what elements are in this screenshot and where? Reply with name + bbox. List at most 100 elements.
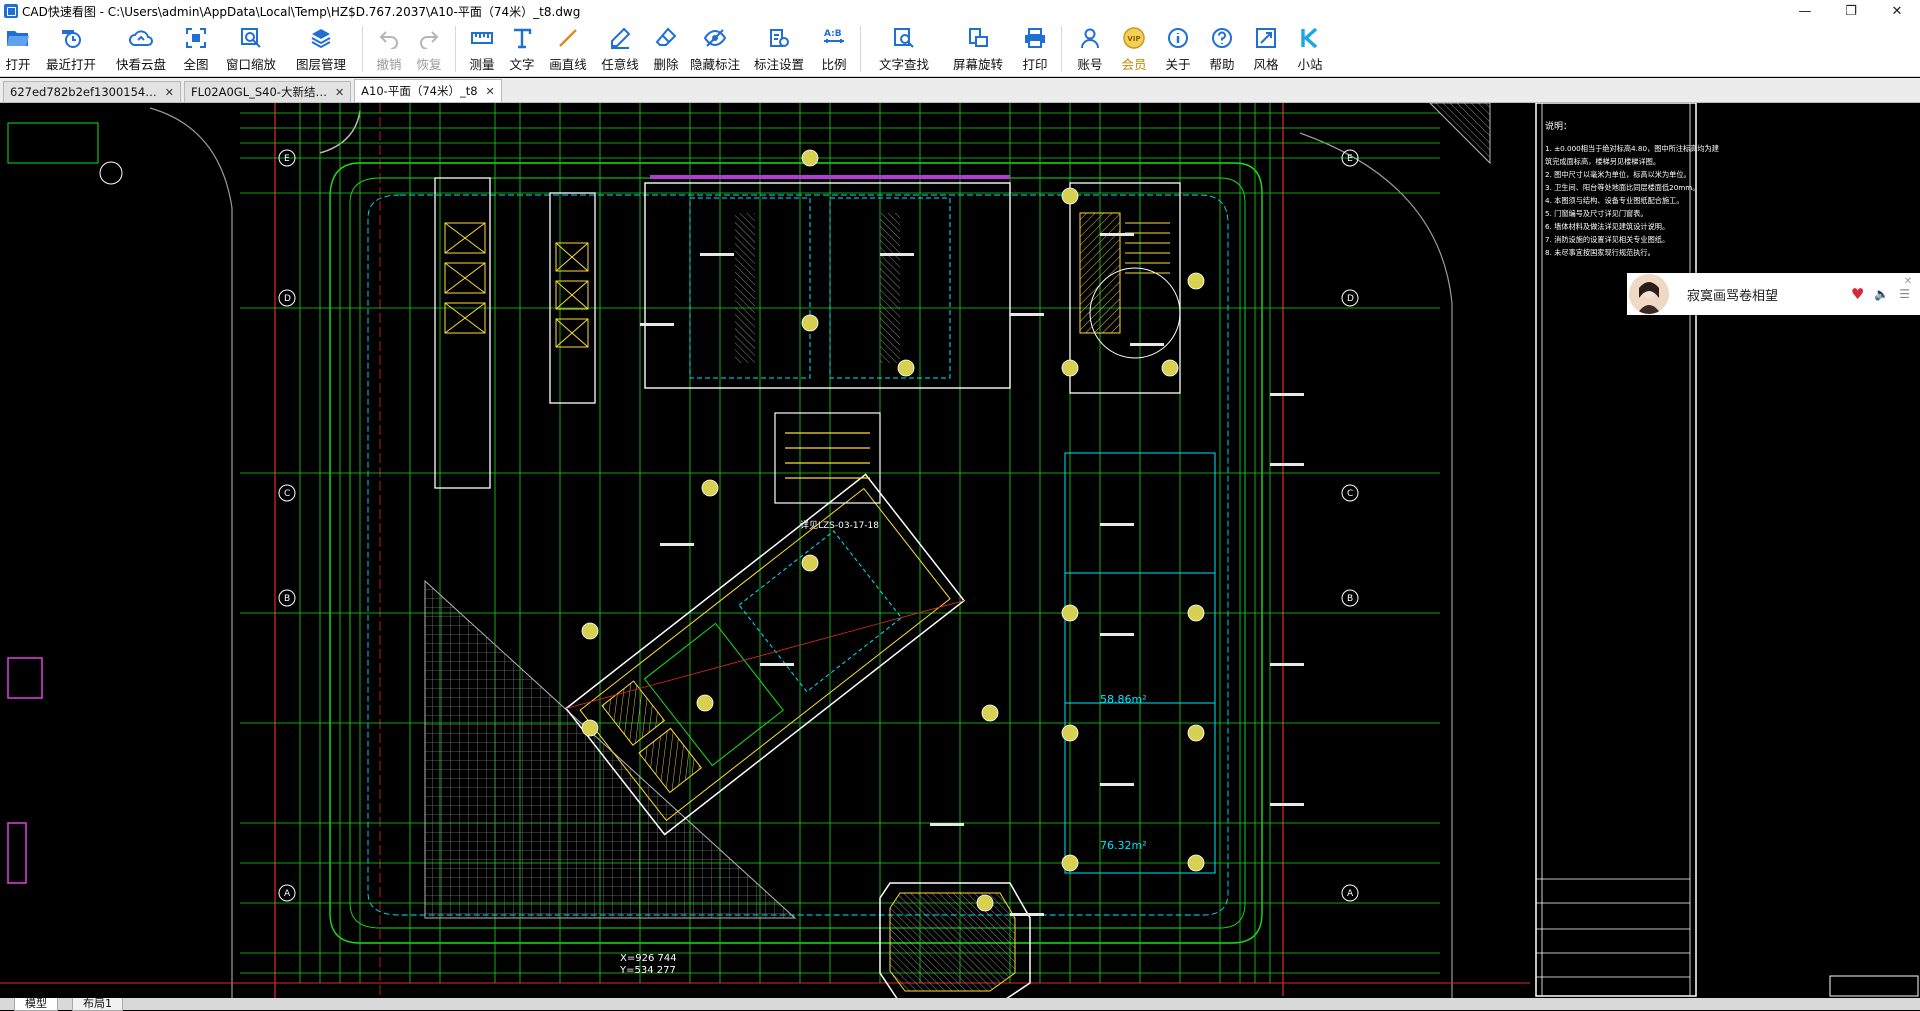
mark-settings-icon bbox=[766, 26, 792, 50]
style-button[interactable]: 风格 bbox=[1244, 22, 1288, 76]
svg-text:A:B: A:B bbox=[824, 29, 842, 39]
title-bar: CAD快速看图 - C:\Users\admin\AppData\Local\T… bbox=[0, 0, 1920, 22]
maximize-button[interactable]: ❐ bbox=[1828, 0, 1874, 22]
grid-bubble-label: D bbox=[284, 294, 291, 304]
undo-label: 撤销 bbox=[376, 57, 402, 72]
volume-icon[interactable]: 🔈 bbox=[1874, 287, 1889, 301]
rotate-screen-icon bbox=[965, 26, 991, 50]
column-marker bbox=[1061, 854, 1079, 872]
annotation-mark bbox=[880, 253, 914, 256]
note-line: 2. 图中尺寸以毫米为单位，标高以米为单位。 bbox=[1545, 170, 1691, 179]
cloud-button[interactable]: 快看云盘 bbox=[106, 22, 176, 76]
popup-close-icon[interactable]: ✕ bbox=[1904, 276, 1912, 287]
fullview-button[interactable]: 全图 bbox=[176, 22, 216, 76]
redo-icon bbox=[416, 26, 442, 50]
layers-icon bbox=[308, 26, 334, 50]
tab-close-icon[interactable]: ✕ bbox=[335, 86, 344, 99]
minimize-button[interactable]: — bbox=[1782, 0, 1828, 22]
help-icon bbox=[1209, 26, 1235, 50]
annotation-mark bbox=[760, 663, 794, 666]
annotation-mark bbox=[1100, 633, 1134, 636]
grid-bubble-label: B bbox=[1347, 594, 1353, 604]
notes-title: 说明： bbox=[1545, 120, 1572, 132]
column-marker bbox=[976, 894, 994, 912]
layout-tab[interactable]: 模型 bbox=[14, 998, 58, 1011]
toolbar-separator bbox=[1061, 26, 1062, 72]
grid-bubble-label: D bbox=[1347, 294, 1354, 304]
tab-close-icon[interactable]: ✕ bbox=[165, 86, 174, 99]
main-toolbar: 打开 最近打开 快看云盘 全图 窗口缩放 图层管理 撤销 恢复 测量 文字 画直线 任意线 删除 隐藏标注… bbox=[0, 22, 1920, 77]
note-line: 5. 门窗编号及尺寸详见门窗表。 bbox=[1545, 209, 1648, 218]
column-marker bbox=[1061, 724, 1079, 742]
scale-button[interactable]: A:B 比例 bbox=[814, 22, 854, 76]
window-title: CAD快速看图 - C:\Users\admin\AppData\Local\T… bbox=[22, 4, 581, 19]
help-button[interactable]: 帮助 bbox=[1200, 22, 1244, 76]
column-marker bbox=[1187, 272, 1205, 290]
album-avatar bbox=[1629, 274, 1669, 314]
notes-list: 1. ±0.000相当于绝对标高4.80，图中所注标高均为建筑完成面标高，楼梯另… bbox=[1545, 144, 1719, 257]
layout-tabs: 模型 布局1 bbox=[0, 998, 1920, 1011]
folder-open-icon bbox=[5, 26, 31, 50]
open-label: 打开 bbox=[5, 57, 31, 72]
annotation-mark bbox=[1130, 343, 1164, 346]
cloud-label: 快看云盘 bbox=[115, 57, 166, 72]
style-label: 风格 bbox=[1253, 57, 1279, 72]
layout-tab[interactable]: 布局1 bbox=[72, 998, 123, 1011]
text-button[interactable]: 文字 bbox=[502, 22, 542, 76]
annotation-mark bbox=[1100, 233, 1134, 236]
undo-button[interactable]: 撤销 bbox=[369, 22, 409, 76]
recent-button[interactable]: 最近打开 bbox=[36, 22, 106, 76]
hidemark-label: 隐藏标注 bbox=[689, 57, 740, 72]
toolbar-separator bbox=[362, 26, 363, 72]
line-label: 画直线 bbox=[549, 57, 587, 72]
marksetting-button[interactable]: 标注设置 bbox=[744, 22, 814, 76]
doc-tab[interactable]: FL02A0GL_S40-大新结… ✕ bbox=[183, 81, 352, 102]
annotation-mark bbox=[1270, 803, 1304, 806]
layers-button[interactable]: 图层管理 bbox=[286, 22, 356, 76]
grid-bubble-label: C bbox=[284, 489, 290, 499]
cad-drawing[interactable]: 说明： 1. ±0.000相当于绝对标高4.80，图中所注标高均为建筑完成面标高… bbox=[0, 103, 1920, 998]
note-line: 6. 墙体材料及做法详见建筑设计说明。 bbox=[1545, 222, 1669, 231]
column-marker bbox=[801, 314, 819, 332]
grid-bubble-label: A bbox=[1347, 889, 1354, 899]
line-button[interactable]: 画直线 bbox=[542, 22, 594, 76]
playlist-icon[interactable]: ☰ bbox=[1899, 287, 1910, 301]
rotate-button[interactable]: 屏幕旋转 bbox=[941, 22, 1015, 76]
doc-tab[interactable]: A10-平面（74米）_t8 ✕ bbox=[354, 79, 502, 102]
redo-button[interactable]: 恢复 bbox=[409, 22, 449, 76]
note-line: 8. 未尽事宜按国家现行规范执行。 bbox=[1545, 248, 1655, 257]
measure-button[interactable]: 测量 bbox=[462, 22, 502, 76]
grid-bubble-label: A bbox=[284, 889, 291, 899]
fit-screen-icon bbox=[183, 26, 209, 50]
account-button[interactable]: 账号 bbox=[1068, 22, 1112, 76]
doc-tab[interactable]: 627ed782b2ef1300154… ✕ bbox=[3, 81, 181, 102]
k-logo-icon bbox=[1297, 26, 1323, 50]
measure-label: 测量 bbox=[469, 57, 495, 72]
note-line: 7. 消防设施的设置详见相关专业图纸。 bbox=[1545, 235, 1669, 244]
find-text-icon bbox=[891, 26, 917, 50]
rotate-label: 屏幕旋转 bbox=[952, 57, 1003, 72]
note-line: 4. 本图须与结构、设备专业图纸配合施工。 bbox=[1545, 196, 1684, 205]
cad-canvas[interactable]: 说明： 1. ±0.000相当于绝对标高4.80，图中所注标高均为建 筑完成面标高… bbox=[0, 103, 1920, 998]
freeline-button[interactable]: 任意线 bbox=[594, 22, 646, 76]
zoom-window-icon bbox=[238, 26, 264, 50]
open-button[interactable]: 打开 bbox=[0, 22, 36, 76]
vip-button[interactable]: VIP 会员 bbox=[1112, 22, 1156, 76]
line-icon bbox=[555, 26, 581, 50]
heart-icon[interactable]: ♥ bbox=[1851, 285, 1864, 303]
tab-close-icon[interactable]: ✕ bbox=[486, 85, 495, 98]
coord-x: X=926 744 bbox=[620, 953, 677, 964]
findtext-button[interactable]: 文字查找 bbox=[867, 22, 941, 76]
print-button[interactable]: 打印 bbox=[1015, 22, 1055, 76]
recent-label: 最近打开 bbox=[45, 57, 96, 72]
about-button[interactable]: 关于 bbox=[1156, 22, 1200, 76]
hidemark-button[interactable]: 隐藏标注 bbox=[686, 22, 744, 76]
erase-button[interactable]: 删除 bbox=[646, 22, 686, 76]
close-button[interactable]: ✕ bbox=[1874, 0, 1920, 22]
doc-tab-label: A10-平面（74米）_t8 bbox=[361, 84, 478, 98]
doc-tab-label: 627ed782b2ef1300154… bbox=[10, 85, 157, 99]
winzoom-button[interactable]: 窗口缩放 bbox=[216, 22, 286, 76]
mini-button[interactable]: 小站 bbox=[1288, 22, 1332, 76]
vip-label: 会员 bbox=[1121, 57, 1147, 72]
music-popup[interactable]: 寂寞画骂卷相望 ♥ 🔈 ☰ ✕ bbox=[1627, 273, 1920, 315]
